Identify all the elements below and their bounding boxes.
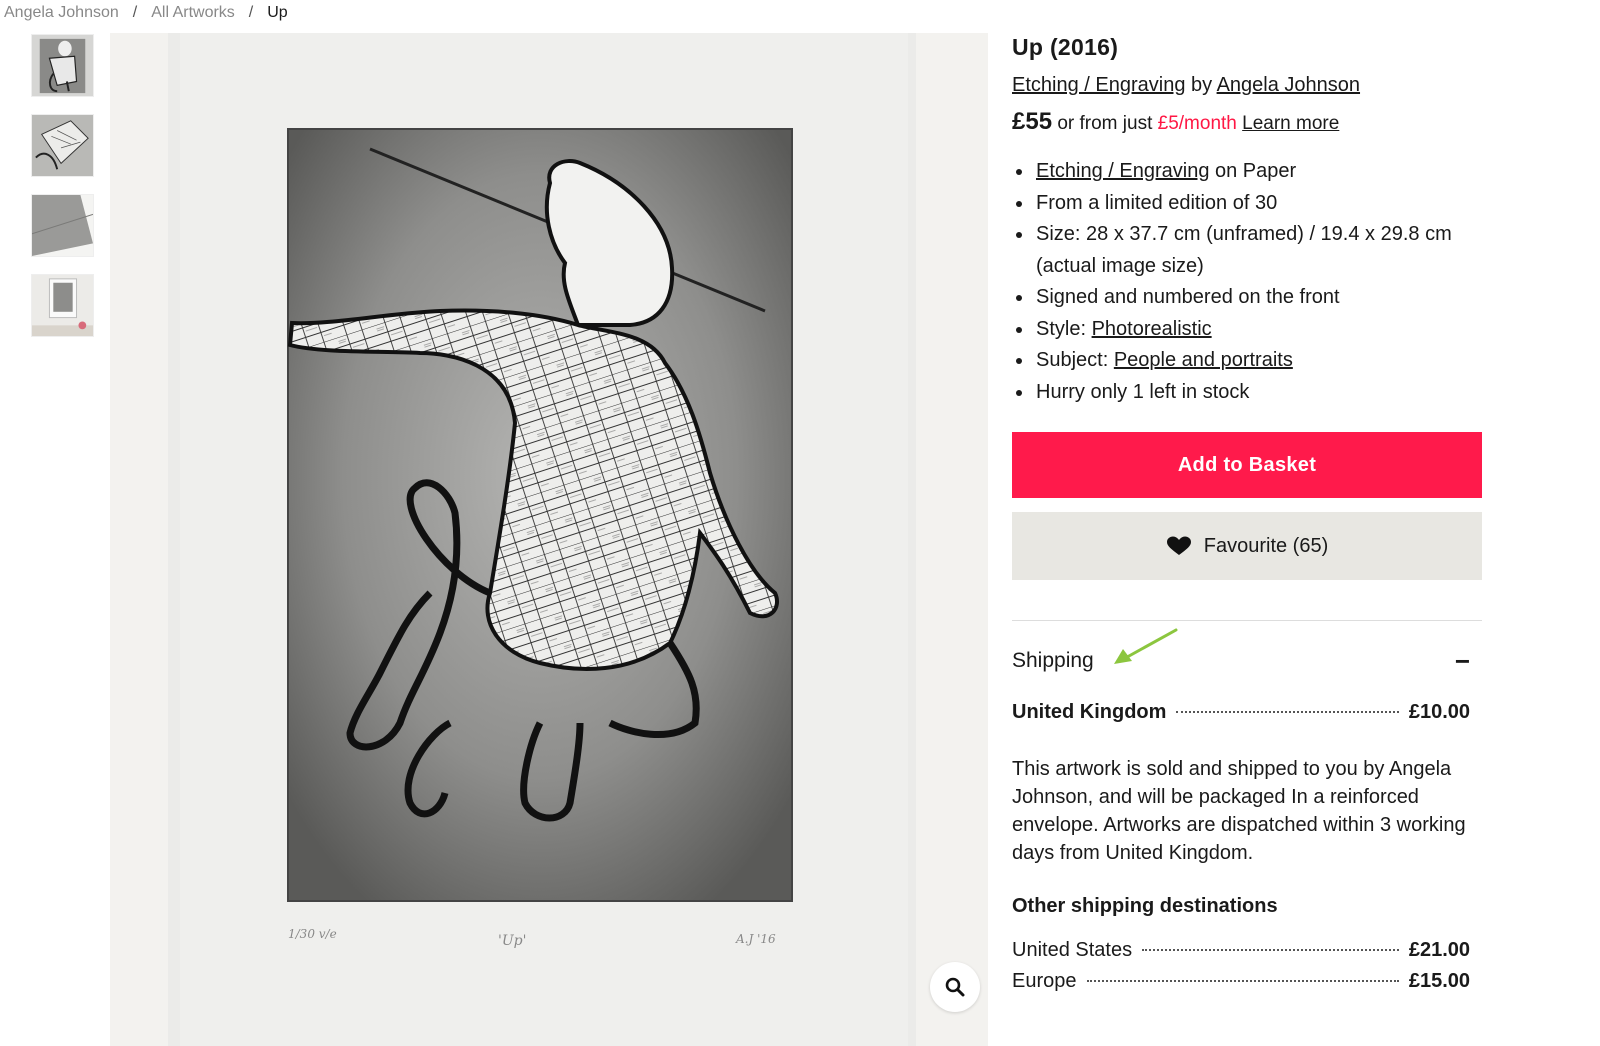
detail-stock: Hurry only 1 left in stock: [1034, 377, 1482, 409]
breadcrumb-separator: /: [132, 4, 138, 21]
other-shipping-list: United States £21.00 Europe £15.00: [1012, 939, 1482, 1001]
detail-style-label: Style:: [1036, 317, 1092, 340]
breadcrumb-all-artworks[interactable]: All Artworks: [151, 4, 235, 22]
zoom-button[interactable]: [930, 962, 980, 1012]
leader-dots: [1176, 711, 1399, 713]
thumbnail-1[interactable]: [31, 34, 94, 97]
artwork-byline: Etching / Engraving by Angela Johnson: [1012, 70, 1482, 100]
by-word: by: [1191, 74, 1213, 96]
plate-edition-mark: 1/30 v/e: [288, 927, 337, 941]
artist-link[interactable]: Angela Johnson: [1217, 74, 1360, 96]
other-shipping-heading: Other shipping destinations: [1012, 895, 1278, 917]
monthly-price: £5/month: [1157, 113, 1237, 134]
product-panel: Up (2016) Etching / Engraving by Angela …: [1012, 30, 1482, 1001]
artwork-details: Etching / Engraving on Paper From a limi…: [1034, 156, 1482, 408]
heart-icon: [1166, 536, 1191, 555]
shipping-row: Europe £15.00: [1012, 970, 1482, 1001]
shipping-row: United States £21.00: [1012, 939, 1482, 970]
breadcrumb-current: Up: [267, 4, 288, 21]
artwork-title: Up (2016): [1012, 34, 1119, 60]
leader-dots: [1142, 949, 1399, 951]
leader-dots: [1086, 980, 1399, 982]
plate-signature-mark: A.J '16: [735, 932, 776, 946]
favourite-button[interactable]: Favourite (65): [1012, 512, 1482, 580]
detail-medium: Etching / Engraving on Paper: [1034, 156, 1482, 188]
shipping-row-home: United Kingdom £10.00: [1012, 701, 1482, 733]
favourite-label: Favourite (65): [1203, 534, 1329, 557]
add-to-basket-button[interactable]: Add to Basket: [1012, 432, 1482, 498]
artwork-picture: 1/30 v/e 'Up' A.J '16: [168, 33, 916, 1046]
shipping-price: £10.00: [1408, 701, 1470, 723]
detail-size: Size: 28 x 37.7 cm (unframed) / 19.4 x 2…: [1034, 219, 1482, 282]
shipping-description: This artwork is sold and shipped to you …: [1012, 758, 1466, 864]
shipping-price: £15.00: [1408, 970, 1470, 992]
shipping-price: £21.00: [1408, 939, 1470, 961]
detail-subject: Subject: People and portraits: [1034, 345, 1482, 377]
detail-signed: Signed and numbered on the front: [1034, 282, 1482, 314]
collapse-icon[interactable]: −: [1455, 646, 1470, 677]
thumbnail-2[interactable]: [31, 114, 94, 177]
shipping-heading: Shipping: [1012, 649, 1094, 672]
price-connector: or from just: [1057, 113, 1153, 134]
price-row: £55 or from just £5/month Learn more: [1012, 106, 1482, 138]
medium-link[interactable]: Etching / Engraving: [1012, 74, 1185, 96]
learn-more-link[interactable]: Learn more: [1242, 113, 1339, 134]
detail-medium-suffix: on Paper: [1209, 160, 1297, 182]
thumbnail-3[interactable]: [31, 194, 94, 257]
thumbnail-list: [31, 34, 94, 354]
detail-medium-link[interactable]: Etching / Engraving: [1036, 160, 1209, 182]
shipping-country: United States: [1012, 939, 1133, 961]
style-link[interactable]: Photorealistic: [1092, 318, 1212, 340]
arrow-icon: [1114, 628, 1178, 664]
thumbnail-4[interactable]: [31, 274, 94, 337]
price: £55: [1012, 108, 1053, 135]
breadcrumb-separator: /: [248, 4, 254, 21]
breadcrumb: Angela Johnson / All Artworks / Up: [4, 2, 288, 24]
detail-edition: From a limited edition of 30: [1034, 188, 1482, 220]
breadcrumb-artist[interactable]: Angela Johnson: [4, 4, 119, 22]
shipping-country: Europe: [1012, 970, 1077, 992]
detail-style: Style: Photorealistic: [1034, 314, 1482, 346]
shipping-toggle[interactable]: Shipping −: [1012, 621, 1482, 701]
shipping-country: United Kingdom: [1012, 701, 1167, 723]
magnifier-icon: [945, 977, 965, 997]
subject-link[interactable]: People and portraits: [1114, 349, 1293, 371]
detail-subject-label: Subject:: [1036, 349, 1114, 371]
artwork-image[interactable]: 1/30 v/e 'Up' A.J '16: [110, 33, 988, 1046]
plate-title-mark: 'Up': [498, 933, 526, 949]
